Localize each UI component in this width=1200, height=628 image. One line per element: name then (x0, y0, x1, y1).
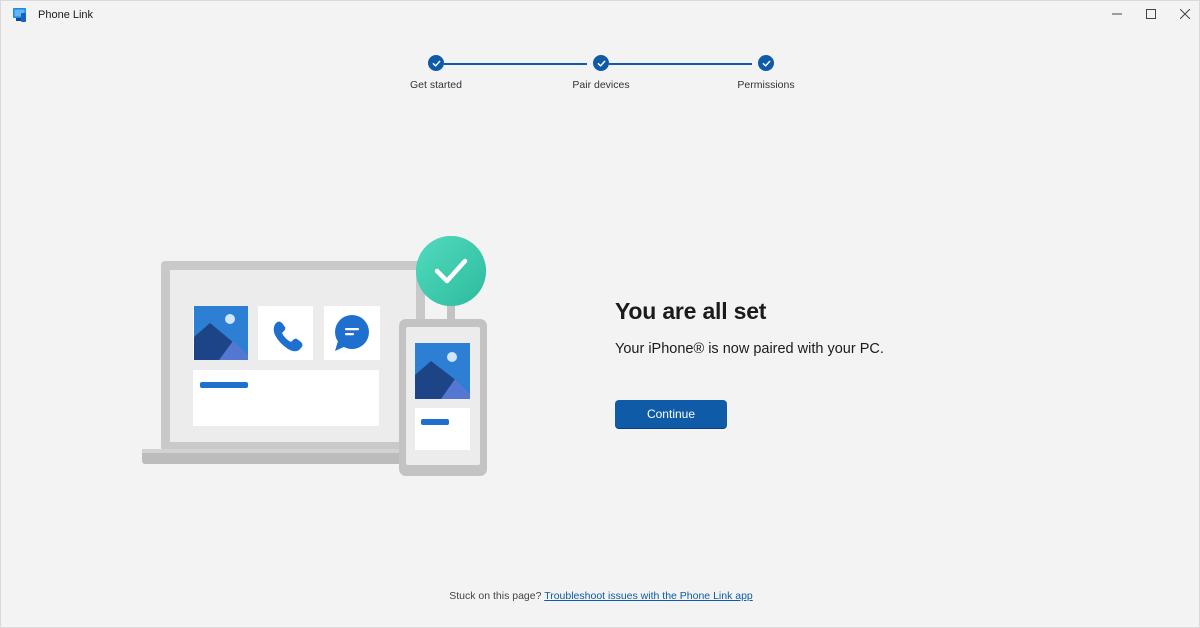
success-check-badge (416, 236, 486, 321)
step-label-pair-devices: Pair devices (572, 79, 630, 91)
setup-stepper: Get started Pair devices Permissions (1, 1, 1200, 101)
troubleshoot-link[interactable]: Troubleshoot issues with the Phone Link … (544, 590, 753, 602)
phone-illustration (399, 319, 487, 476)
step-label-permissions: Permissions (737, 79, 795, 91)
footer-help: Stuck on this page? Troubleshoot issues … (1, 590, 1200, 602)
footer-prompt: Stuck on this page? (449, 590, 542, 602)
laptop-illustration (142, 261, 444, 464)
checkmark-icon (597, 60, 605, 67)
step-pair-devices-indicator (593, 55, 609, 71)
step-label-get-started: Get started (410, 79, 462, 91)
continue-button[interactable]: Continue (615, 400, 727, 428)
step-permissions-indicator (758, 55, 774, 71)
step-connector (609, 63, 752, 65)
pairing-status-text: Your iPhone® is now paired with your PC. (615, 341, 884, 357)
paired-devices-illustration (142, 236, 487, 476)
step-connector (444, 63, 587, 65)
checkmark-icon (762, 60, 770, 67)
phone-link-window: Phone Link Get started Pair devices Perm… (0, 0, 1200, 628)
step-get-started-indicator (428, 55, 444, 71)
page-title: You are all set (615, 298, 767, 324)
checkmark-icon (432, 60, 440, 67)
